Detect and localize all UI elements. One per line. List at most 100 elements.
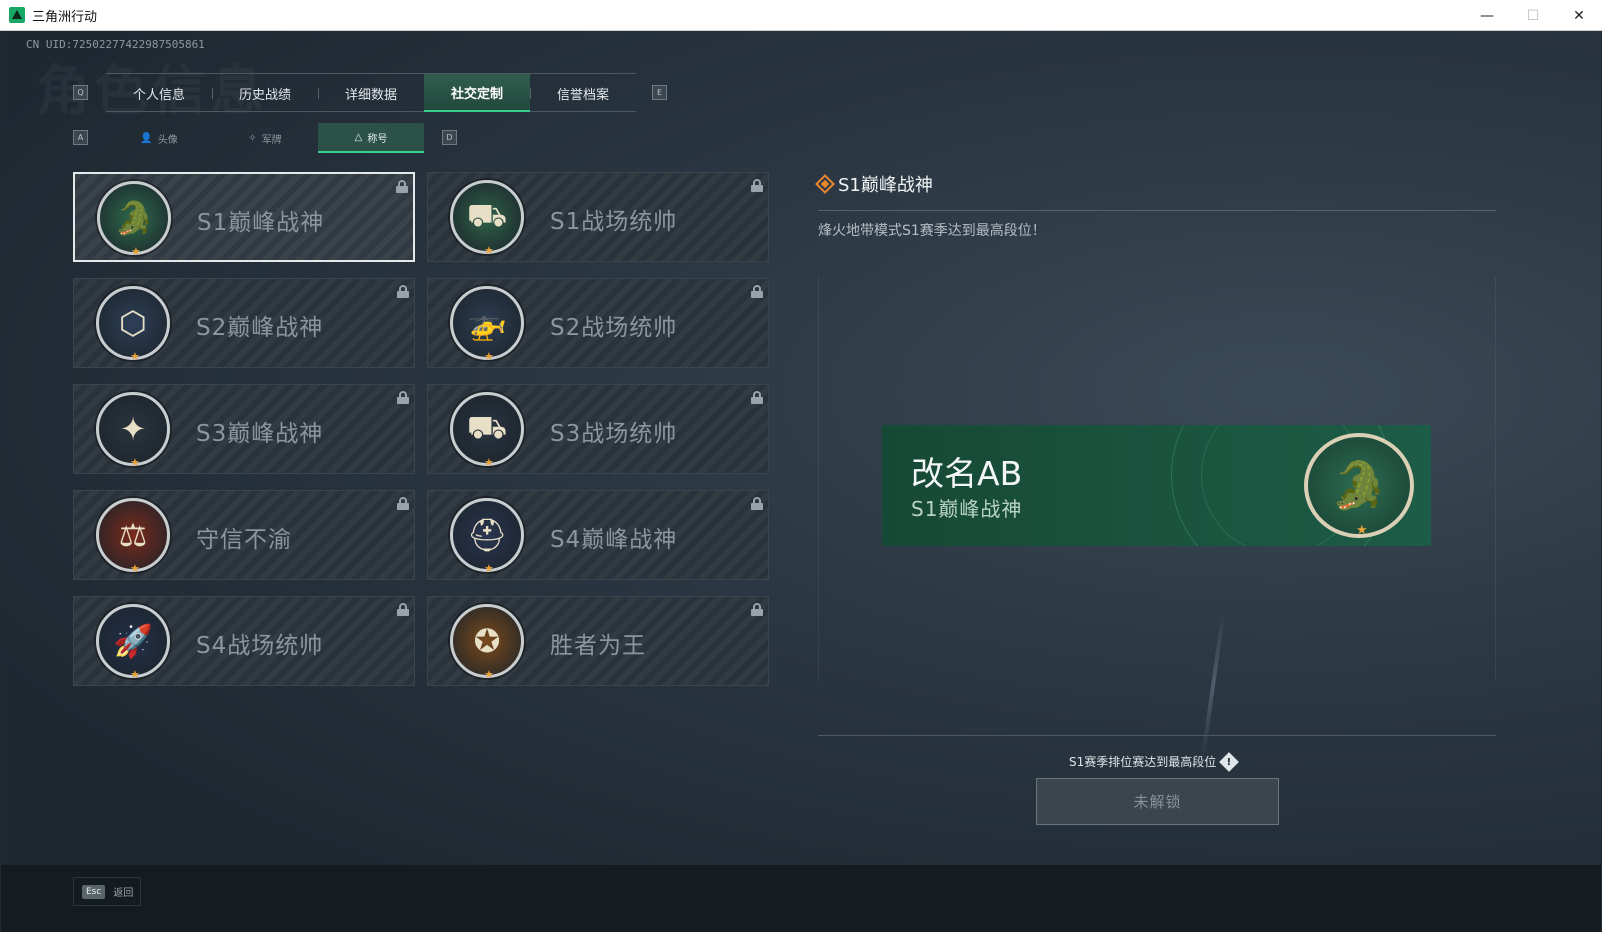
globe-emblem-icon: ✦ ★ (96, 392, 170, 469)
title-card-label: S2战场统帅 (550, 315, 678, 341)
footer-bar: Esc 返回 (1, 865, 1601, 932)
game-screen: 角色信息 CN UID:7250227742298750586​1 Q 个人信息… (1, 31, 1601, 932)
missile-icon: 🚀 ★ (96, 604, 170, 681)
star-icon: ★ (484, 562, 494, 575)
close-button[interactable]: ✕ (1556, 0, 1602, 31)
title-banner-preview: 改名AB S1巅峰战神 🐊 ★ (882, 425, 1431, 546)
star-icon: ★ (130, 668, 140, 681)
maximize-button[interactable]: ☐ (1510, 0, 1556, 31)
divider (818, 735, 1496, 736)
back-label: 返回 (113, 888, 134, 899)
lock-icon (397, 285, 409, 298)
star-icon: ★ (130, 456, 140, 469)
crocodile-badge-icon: 🐊 ★ (1304, 433, 1414, 538)
lock-icon (397, 603, 409, 616)
lock-icon (751, 179, 763, 192)
sub-tab-bar: 👤 头像 ✧ 军牌 △ 称号 (106, 123, 424, 153)
title-card[interactable]: ✪ ★ 胜者为王 (427, 596, 769, 686)
subtab-dogtag-label: 军牌 (261, 134, 282, 146)
title-card-label: S1巅峰战神 (197, 210, 325, 236)
badge-glyph: ⚖ (118, 516, 148, 554)
crocodile-icon: 🐊 ★ (97, 181, 171, 258)
tab-credit-record[interactable]: 信誉档案 (530, 74, 636, 112)
subtab-title-label: 称号 (367, 133, 388, 145)
subtab-title[interactable]: △ 称号 (318, 123, 424, 153)
detail-heading: S1巅峰战神 (815, 171, 933, 197)
tab-match-history[interactable]: 历史战绩 (212, 74, 318, 112)
main-tab-bar: 个人信息 历史战绩 详细数据 社交定制 信誉档案 (106, 73, 636, 112)
person-icon: 👤 (140, 132, 153, 144)
title-card[interactable]: ⛟ ★ S1战场统帅 (427, 172, 769, 262)
hexagon-emblem-icon: ⬡ ★ (96, 286, 170, 363)
esc-key-icon: Esc (82, 884, 106, 899)
title-card-label: S2巅峰战神 (196, 315, 324, 341)
subtab-dogtag[interactable]: ✧ 军牌 (212, 123, 318, 153)
title-card-label: S4战场统帅 (196, 633, 324, 659)
badge-glyph: ⛑ (466, 516, 508, 554)
star-icon: ★ (484, 350, 494, 363)
star-icon: ★ (130, 562, 140, 575)
badge-glyph: ⛟ (466, 196, 508, 234)
triangle-icon: △ (354, 131, 363, 143)
unlock-condition: S1赛季排位赛达到最高段位 ! (1069, 751, 1240, 772)
info-icon[interactable]: ! (1219, 751, 1240, 772)
lock-icon (397, 497, 409, 510)
title-card[interactable]: ⬡ ★ S2巅峰战神 (73, 278, 415, 368)
title-card[interactable]: ✦ ★ S3巅峰战神 (73, 384, 415, 474)
lock-icon (397, 391, 409, 404)
armored-vehicle-icon: ⛟ ★ (450, 392, 524, 469)
subtab-avatar[interactable]: 👤 头像 (106, 123, 212, 153)
player-uid: CN UID:7250227742298750586​1 (26, 38, 205, 51)
title-card[interactable]: ⚖ ★ 守信不渝 (73, 490, 415, 580)
star-icon: ★ (484, 244, 494, 257)
banner-title-text: S1巅峰战神 (911, 497, 1023, 521)
badge-glyph: ✪ (473, 622, 501, 660)
badge-glyph: 🐊 (114, 199, 154, 237)
helicopter-icon: 🚁 ★ (450, 286, 524, 363)
app-logo-icon (9, 7, 25, 23)
title-card-label: S4巅峰战神 (550, 527, 678, 553)
medal-icon: ✪ ★ (450, 604, 524, 681)
helmet-icon: ⛑ ★ (450, 498, 524, 575)
detail-description: 烽火地带模式S1赛季达到最高段位！ (818, 223, 1046, 239)
scales-icon: ⚖ ★ (96, 498, 170, 575)
title-card[interactable]: ⛑ ★ S4巅峰战神 (427, 490, 769, 580)
tab-personal-info[interactable]: 个人信息 (106, 74, 212, 112)
key-hint-prev-tab: Q (73, 85, 88, 100)
info-glyph: ! (1226, 756, 1232, 767)
minimize-button[interactable]: — (1464, 0, 1510, 31)
key-hint-next-tab: E (652, 85, 667, 100)
tab-detailed-data[interactable]: 详细数据 (318, 74, 424, 112)
badge-glyph: 🚀 (113, 622, 153, 660)
divider (818, 210, 1496, 211)
back-button[interactable]: Esc 返回 (73, 877, 141, 906)
star-icon: ★ (1356, 523, 1368, 538)
window-controls: — ☐ ✕ (1464, 0, 1602, 31)
badge-glyph: ⛟ (466, 408, 508, 446)
badge-glyph: 🚁 (467, 304, 507, 342)
lock-icon (751, 603, 763, 616)
star-icon: ★ (484, 456, 494, 469)
subtab-avatar-label: 头像 (157, 134, 178, 146)
title-card-label: S3战场统帅 (550, 421, 678, 447)
title-card-label: S3巅峰战神 (196, 421, 324, 447)
unlock-condition-text: S1赛季排位赛达到最高段位 (1069, 755, 1217, 769)
title-card-label: 守信不渝 (196, 527, 292, 553)
dogtag-icon: ✧ (248, 132, 257, 144)
detail-title: S1巅峰战神 (838, 175, 933, 196)
lock-icon (396, 180, 408, 193)
title-card[interactable]: 🚀 ★ S4战场统帅 (73, 596, 415, 686)
tab-social-customization[interactable]: 社交定制 (424, 74, 530, 112)
banner-player-name: 改名AB (911, 454, 1023, 493)
badge-glyph: ✦ (119, 410, 147, 448)
star-icon: ★ (131, 245, 141, 258)
lock-icon (751, 497, 763, 510)
lock-icon (751, 391, 763, 404)
window-titlebar: 三角洲行动 — ☐ ✕ (0, 0, 1602, 31)
window-title: 三角洲行动 (32, 9, 98, 25)
key-hint-prev-subtab: A (73, 130, 88, 145)
title-card[interactable]: ⛟ ★ S3战场统帅 (427, 384, 769, 474)
title-card[interactable]: 🚁 ★ S2战场统帅 (427, 278, 769, 368)
unlock-status-button[interactable]: 未解锁 (1036, 778, 1279, 825)
title-card[interactable]: 🐊 ★ S1巅峰战神 (73, 172, 415, 262)
